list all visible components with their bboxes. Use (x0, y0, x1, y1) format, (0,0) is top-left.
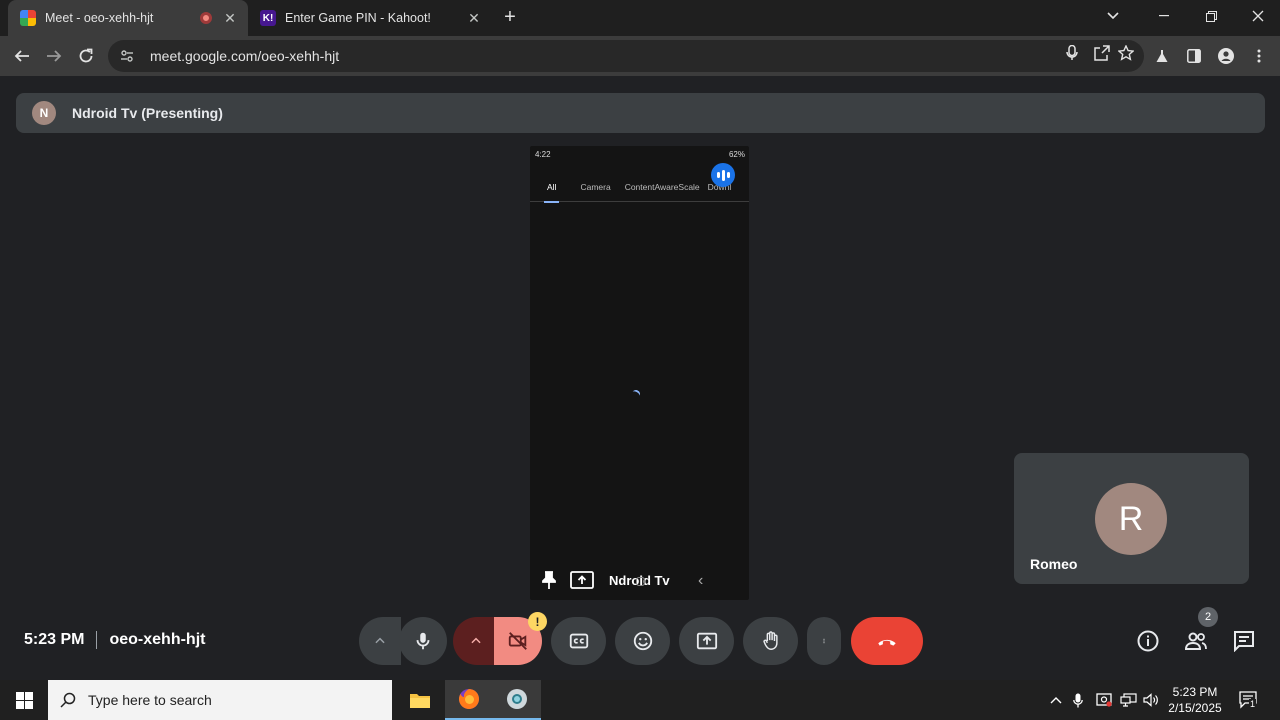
url-text: meet.google.com/oeo-xehh-hjt (150, 48, 340, 64)
windows-taskbar: Type here to search 5:23 PM 2/15/2025 1 (0, 680, 1280, 720)
divider (96, 631, 98, 649)
phone-back-icon: ‹ (698, 572, 704, 589)
people-icon[interactable] (1183, 628, 1209, 654)
shared-screen-tile[interactable]: 4:22 62% All Camera ContentAwareScale Do… (530, 146, 749, 600)
show-hidden-icons-chevron-icon[interactable] (1046, 690, 1066, 710)
volume-icon[interactable] (1141, 690, 1161, 710)
microphone-in-use-icon[interactable] (1063, 44, 1081, 62)
phone-home-icon (636, 577, 645, 586)
labs-flask-icon[interactable] (1153, 47, 1171, 65)
video-settings-chevron-button[interactable] (453, 617, 499, 665)
restore-window-icon[interactable] (1187, 0, 1235, 32)
search-placeholder: Type here to search (88, 692, 212, 708)
search-icon (60, 691, 78, 709)
network-icon[interactable] (1118, 690, 1138, 710)
more-options-icon[interactable] (1250, 47, 1268, 65)
present-now-button[interactable] (679, 617, 734, 665)
pin-icon[interactable] (542, 571, 560, 589)
side-panel-icon[interactable] (1185, 47, 1203, 65)
chrome-canary-icon[interactable] (493, 680, 541, 720)
shared-screen-footer: Ndroid Tv ‹ (530, 560, 749, 600)
google-meet-favicon-icon (20, 10, 36, 26)
microphone-tray-icon[interactable] (1068, 690, 1088, 710)
presenter-avatar: N (32, 101, 56, 125)
meeting-code: oeo-xehh-hjt (109, 631, 206, 648)
close-tab-icon[interactable]: ✕ (222, 10, 238, 27)
reload-icon[interactable] (74, 44, 98, 68)
tab-title: Enter Game PIN - Kahoot! (285, 11, 431, 25)
address-bar[interactable]: meet.google.com/oeo-xehh-hjt (108, 40, 1144, 72)
profile-icon[interactable] (1217, 47, 1235, 65)
camera-warning-badge[interactable]: ! (528, 612, 547, 631)
audio-settings-chevron-button[interactable] (359, 617, 401, 665)
kahoot-favicon-icon: K! (260, 10, 276, 26)
clock-date: 2/15/2025 (1168, 701, 1222, 715)
leave-call-button[interactable] (851, 617, 923, 665)
new-tab-button[interactable]: + (498, 6, 522, 30)
notifications-icon[interactable]: 1 (1238, 690, 1258, 710)
phone-status-battery: 62% (728, 150, 745, 159)
self-participant-tile[interactable]: R Romeo (1014, 453, 1249, 584)
browser-toolbar: meet.google.com/oeo-xehh-hjt (0, 36, 1280, 76)
voice-activity-icon (711, 163, 735, 187)
more-options-button[interactable] (807, 617, 841, 665)
camera-in-use-tray-icon[interactable] (1094, 690, 1114, 710)
phone-tab-camera: Camera (580, 181, 611, 192)
windows-start-button[interactable] (0, 680, 48, 720)
raise-hand-button[interactable] (743, 617, 798, 665)
taskbar-clock[interactable]: 5:23 PM 2/15/2025 (1164, 684, 1226, 716)
presenting-label: Ndroid Tv (Presenting) (72, 105, 223, 121)
meeting-details: 5:23 PM oeo-xehh-hjt (24, 629, 205, 651)
meeting-time: 5:23 PM (24, 631, 85, 648)
phone-tab-contentawarescale: ContentAwareScale (624, 181, 700, 192)
clock-time: 5:23 PM (1172, 685, 1218, 699)
tab-search-chevron-icon[interactable] (1089, 0, 1137, 32)
self-name-label: Romeo (1030, 556, 1078, 572)
minimize-window-icon[interactable] (1140, 0, 1188, 32)
file-explorer-icon[interactable] (396, 680, 444, 720)
captions-button[interactable] (551, 617, 606, 665)
tab-kahoot[interactable]: K! Enter Game PIN - Kahoot! ✕ (252, 0, 492, 36)
browser-tab-strip: Meet - oeo-xehh-hjt ✕ K! Enter Game PIN … (0, 0, 1280, 36)
tab-meet[interactable]: Meet - oeo-xehh-hjt ✕ (8, 0, 248, 36)
chat-icon[interactable] (1231, 628, 1257, 654)
firefox-icon[interactable] (445, 680, 493, 720)
meeting-info-icon[interactable] (1135, 628, 1161, 654)
loading-spinner-icon (630, 388, 642, 400)
recording-indicator-icon (200, 12, 212, 24)
reactions-button[interactable] (615, 617, 670, 665)
phone-status-bar: 4:22 62% (530, 150, 749, 164)
site-info-icon[interactable] (120, 48, 136, 64)
share-icon[interactable] (1093, 44, 1111, 62)
tab-title: Meet - oeo-xehh-hjt (45, 11, 154, 25)
participant-count-badge: 2 (1198, 607, 1218, 627)
forward-arrow-icon[interactable] (42, 44, 66, 68)
notification-count: 1 (1249, 699, 1257, 709)
phone-tab-all: All (543, 181, 561, 203)
presenting-banner: N Ndroid Tv (Presenting) (16, 93, 1265, 133)
taskbar-search-input[interactable]: Type here to search (48, 680, 392, 720)
present-screen-icon (570, 571, 594, 589)
microphone-button[interactable] (399, 617, 447, 665)
self-avatar: R (1095, 483, 1167, 555)
bookmark-star-icon[interactable] (1117, 44, 1135, 62)
back-arrow-icon[interactable] (10, 44, 34, 68)
close-window-icon[interactable] (1234, 0, 1280, 32)
close-tab-icon[interactable]: ✕ (466, 10, 482, 27)
phone-status-time: 4:22 (535, 150, 551, 159)
